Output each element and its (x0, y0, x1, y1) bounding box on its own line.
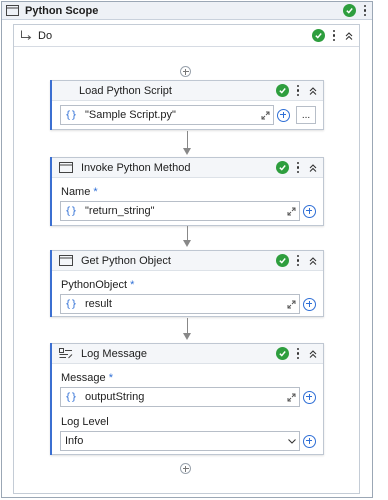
valid-check-icon (276, 84, 289, 97)
sequence-header[interactable]: Do (14, 25, 359, 47)
add-activity-plus-icon[interactable] (180, 463, 191, 474)
more-options-icon[interactable] (362, 4, 368, 17)
valid-check-icon (343, 4, 356, 17)
activity-invoke-python-method[interactable]: Invoke Python Method Name * {} "return_s… (50, 157, 324, 226)
python-object-label: PythonObject * (61, 279, 135, 291)
name-label: Name * (61, 186, 98, 198)
valid-check-icon (276, 161, 289, 174)
more-options-icon[interactable] (331, 29, 337, 42)
activity-title: Log Message (81, 347, 148, 360)
valid-check-icon (312, 29, 325, 42)
more-options-icon[interactable] (295, 161, 301, 174)
more-options-icon[interactable] (295, 254, 301, 267)
activity-title: Load Python Script (79, 84, 172, 97)
expression-braces-icon: {} (64, 205, 78, 217)
activity-header: Invoke Python Method (51, 158, 323, 178)
connector-line (187, 318, 188, 334)
collapse-icon[interactable] (307, 255, 319, 267)
connector-arrow-icon (183, 148, 191, 155)
script-path-field[interactable]: {} "Sample Script.py" (60, 105, 274, 125)
browse-button[interactable]: ... (296, 106, 316, 124)
python-scope-title: Python Scope (25, 4, 99, 17)
activity-header: Load Python Script (51, 81, 323, 101)
chevron-down-icon[interactable] (285, 438, 299, 444)
add-variable-icon[interactable] (303, 297, 316, 311)
log-level-label: Log Level (61, 416, 109, 428)
window-icon (59, 255, 73, 266)
activity-header: Get Python Object (51, 251, 323, 271)
connector-arrow-icon (183, 240, 191, 247)
window-icon (6, 5, 19, 16)
activity-header: Log Message (51, 344, 323, 364)
python-object-field[interactable]: {} result (60, 294, 300, 314)
activity-log-message[interactable]: Log Message Message * {} outputString Lo… (50, 343, 324, 455)
collapse-icon[interactable] (307, 85, 319, 97)
window-icon (59, 162, 73, 173)
expand-editor-icon[interactable] (257, 108, 273, 122)
script-path-value: "Sample Script.py" (85, 109, 176, 121)
valid-check-icon (276, 347, 289, 360)
add-activity-plus-icon[interactable] (180, 66, 191, 77)
collapse-icon[interactable] (307, 162, 319, 174)
connector-line (187, 131, 188, 149)
python-scope-container: Python Scope Do Load Python Script {} "S… (1, 1, 373, 498)
activity-load-python-script[interactable]: Load Python Script {} "Sample Script.py"… (50, 80, 324, 130)
expand-editor-icon[interactable] (283, 204, 299, 218)
collapse-icon[interactable] (343, 30, 355, 42)
log-message-icon (59, 348, 73, 359)
log-level-value: Info (65, 435, 84, 447)
connector-arrow-icon (183, 333, 191, 340)
add-variable-icon[interactable] (303, 390, 316, 404)
add-variable-icon[interactable] (277, 108, 290, 122)
python-scope-header[interactable]: Python Scope (2, 2, 372, 20)
python-object-value: result (85, 298, 112, 310)
method-name-field[interactable]: {} "return_string" (60, 201, 300, 221)
expression-braces-icon: {} (64, 391, 78, 403)
expand-editor-icon[interactable] (283, 390, 299, 404)
expand-editor-icon[interactable] (283, 297, 299, 311)
more-options-icon[interactable] (295, 84, 301, 97)
activity-title: Invoke Python Method (81, 161, 191, 174)
add-variable-icon[interactable] (303, 434, 316, 448)
valid-check-icon (276, 254, 289, 267)
activity-title: Get Python Object (81, 254, 171, 267)
more-options-icon[interactable] (295, 347, 301, 360)
connector-line (187, 226, 188, 241)
sequence-title: Do (38, 29, 53, 42)
method-name-value: "return_string" (85, 205, 155, 217)
return-arrow-icon (20, 30, 32, 41)
activity-get-python-object[interactable]: Get Python Object PythonObject * {} resu… (50, 250, 324, 317)
expression-braces-icon: {} (64, 109, 78, 121)
add-variable-icon[interactable] (303, 204, 316, 218)
message-value: outputString (85, 391, 145, 403)
expression-braces-icon: {} (64, 298, 78, 310)
log-level-select[interactable]: Info (60, 431, 300, 451)
message-label: Message * (61, 372, 113, 384)
message-field[interactable]: {} outputString (60, 387, 300, 407)
collapse-icon[interactable] (307, 348, 319, 360)
